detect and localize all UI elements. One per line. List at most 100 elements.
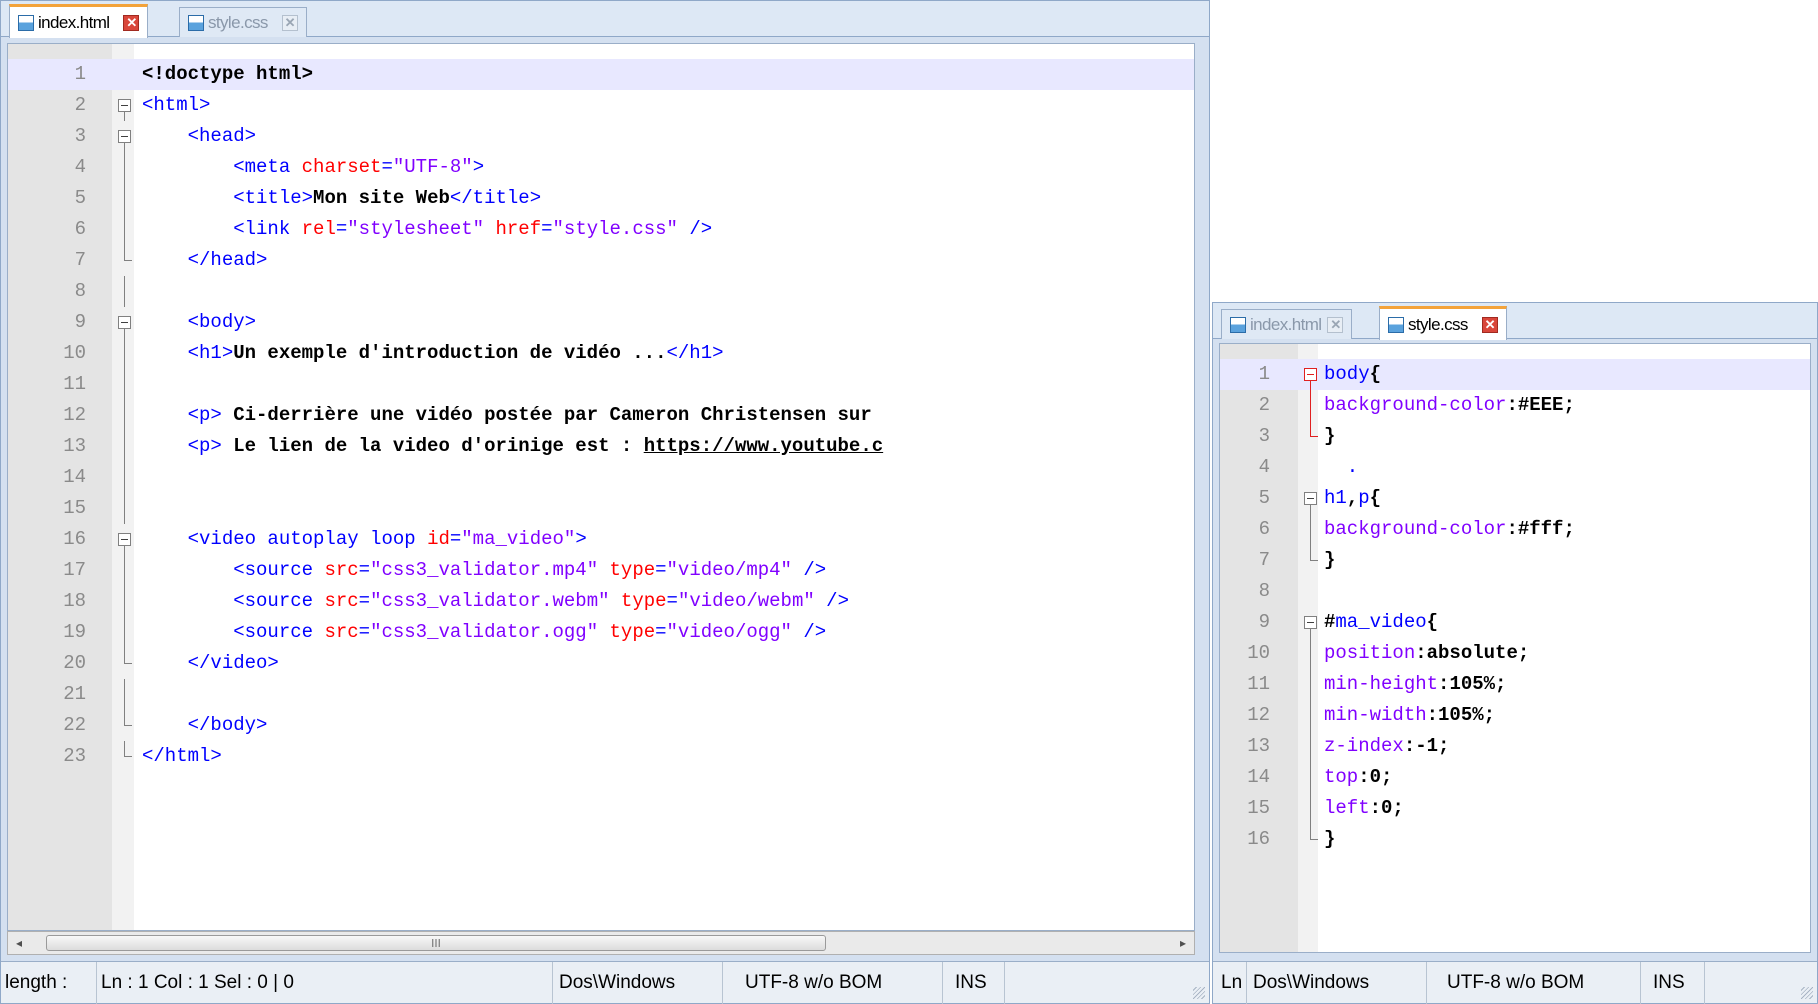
fold-toggle-icon[interactable]	[114, 524, 134, 555]
code-line[interactable]: 13 z-index:-1;	[1220, 731, 1810, 762]
code-line[interactable]: 23 </html>	[8, 741, 1194, 772]
code-line[interactable]: 16 <video autoplay loop id="ma_video">	[8, 524, 1194, 555]
code-line[interactable]: 15 left:0;	[1220, 793, 1810, 824]
code-line[interactable]: 14 top:0;	[1220, 762, 1810, 793]
fold-toggle-icon[interactable]	[114, 121, 134, 152]
code-line[interactable]: 1 <!doctype html>	[8, 59, 1194, 90]
code-token: https://www.youtube.c	[643, 435, 884, 457]
resize-grip-icon[interactable]	[1193, 987, 1205, 999]
code-line[interactable]: 11 min-height:105%;	[1220, 669, 1810, 700]
code-line[interactable]: 15	[8, 493, 1194, 524]
code-token: <!doctype html>	[142, 63, 314, 85]
code-text: top:0;	[1324, 762, 1392, 793]
fold-line	[114, 617, 134, 648]
code-line[interactable]: 8	[8, 276, 1194, 307]
code-line[interactable]: 8	[1220, 576, 1810, 607]
status-bar: Ln Dos\Windows UTF-8 w/o BOM INS	[1213, 961, 1817, 1004]
code-line[interactable]: 16}	[1220, 824, 1810, 855]
code-token: {	[1369, 487, 1382, 509]
code-token: z-index	[1324, 735, 1404, 757]
code-line[interactable]: 4 .	[1220, 452, 1810, 483]
code-line[interactable]: 7}	[1220, 545, 1810, 576]
fold-line	[114, 741, 134, 772]
code-token: position	[1324, 642, 1416, 664]
line-number: 6	[1258, 518, 1270, 540]
line-number: 4	[74, 156, 86, 178]
line-number: 3	[1258, 425, 1270, 447]
close-tab-button[interactable]: ✕	[123, 14, 140, 31]
code-line[interactable]: 2 background-color:#EEE;	[1220, 390, 1810, 421]
code-line[interactable]: 3}	[1220, 421, 1810, 452]
tab-index-html[interactable]: index.html ✕	[1221, 309, 1353, 339]
code-token: <source	[233, 590, 325, 612]
code-text: <title>Mon site Web</title>	[142, 183, 541, 214]
code-line[interactable]: 9 #ma_video{	[1220, 607, 1810, 638]
code-line[interactable]: 9 <body>	[8, 307, 1194, 338]
code-line[interactable]: 12 <p> Ci-derrière une vidéo postée par …	[8, 400, 1194, 431]
code-line[interactable]: 18 <source src="css3_validator.webm" typ…	[8, 586, 1194, 617]
code-line[interactable]: 20 </video>	[8, 648, 1194, 679]
code-editor[interactable]: 1 <!doctype html> 2 <html> 3 <head> 4 <meta c…	[7, 43, 1195, 931]
fold-toggle-icon[interactable]	[1300, 483, 1320, 514]
scroll-thumb[interactable]: III	[46, 935, 826, 951]
close-tab-button[interactable]: ✕	[281, 14, 298, 31]
code-line[interactable]: 7 </head>	[8, 245, 1194, 276]
line-number: 2	[74, 94, 86, 116]
code-line[interactable]: 22 </body>	[8, 710, 1194, 741]
tab-style-css[interactable]: style.css ✕	[179, 7, 307, 37]
line-number: 22	[63, 714, 86, 736]
close-tab-button[interactable]: ✕	[1327, 316, 1344, 333]
tab-index-html[interactable]: index.html ✕	[9, 4, 149, 38]
code-line[interactable]: 12 min-width:105%;	[1220, 700, 1810, 731]
code-editor[interactable]: 1 body{2 background-color:#EEE; 3} 4 . 5 h1,p{…	[1219, 343, 1811, 953]
code-line[interactable]: 6 background-color:#fff;	[1220, 514, 1810, 545]
code-line[interactable]: 3 <head>	[8, 121, 1194, 152]
code-token: :	[1426, 704, 1439, 726]
fold-line	[114, 245, 134, 276]
code-token: <link	[233, 218, 302, 240]
code-line[interactable]: 5 h1,p{	[1220, 483, 1810, 514]
code-line[interactable]: 10 <h1>Un exemple d'introduction de vidé…	[8, 338, 1194, 369]
scroll-left-arrow-icon[interactable]: ◂	[8, 932, 30, 954]
scroll-right-arrow-icon[interactable]: ▸	[1172, 932, 1194, 954]
code-line[interactable]: 10 position:absolute;	[1220, 638, 1810, 669]
status-insert-mode: INS	[1641, 962, 1705, 1004]
code-line[interactable]: 19 <source src="css3_validator.ogg" type…	[8, 617, 1194, 648]
code-line[interactable]: 21	[8, 679, 1194, 710]
fold-toggle-icon[interactable]	[114, 90, 134, 121]
code-line[interactable]: 1 body{	[1220, 359, 1810, 390]
code-token: type	[609, 621, 656, 643]
fold-toggle-icon[interactable]	[1300, 607, 1320, 638]
code-line[interactable]: 13 <p> Le lien de la video d'orinige est…	[8, 431, 1194, 462]
tab-style-css[interactable]: style.css ✕	[1379, 306, 1507, 340]
tab-label: style.css	[208, 12, 268, 32]
close-tab-button[interactable]: ✕	[1481, 316, 1498, 333]
code-token: "video/mp4"	[666, 559, 792, 581]
code-line[interactable]: 11	[8, 369, 1194, 400]
file-saved-icon	[18, 14, 34, 31]
fold-line	[114, 648, 134, 679]
fold-toggle-icon[interactable]	[114, 307, 134, 338]
code-line[interactable]: 14	[8, 462, 1194, 493]
resize-grip-icon[interactable]	[1801, 987, 1813, 999]
line-number: 14	[1247, 766, 1270, 788]
code-token: "css3_validator.mp4"	[370, 559, 599, 581]
code-line[interactable]: 2 <html>	[8, 90, 1194, 121]
fold-toggle-icon[interactable]	[1300, 359, 1320, 390]
code-line[interactable]: 6 <link rel="stylesheet" href="style.css…	[8, 214, 1194, 245]
index-html-editor-window: index.html ✕ style.css ✕ 1 <!doctype html…	[0, 0, 1210, 1004]
code-token: ;	[1517, 642, 1530, 664]
code-text: <source src="css3_validator.ogg" type="v…	[142, 617, 826, 648]
code-token: Ci-derrière une vidéo postée par Cameron…	[221, 404, 872, 426]
line-number: 12	[1247, 704, 1270, 726]
code-line[interactable]: 5 <title>Mon site Web</title>	[8, 183, 1194, 214]
code-line[interactable]: 17 <source src="css3_validator.mp4" type…	[8, 555, 1194, 586]
code-token: Mon site Web	[313, 187, 450, 209]
horizontal-scrollbar[interactable]: ◂ III ▸	[7, 931, 1195, 955]
code-token: id	[427, 528, 450, 550]
code-line[interactable]: 4 <meta charset="UTF-8">	[8, 152, 1194, 183]
